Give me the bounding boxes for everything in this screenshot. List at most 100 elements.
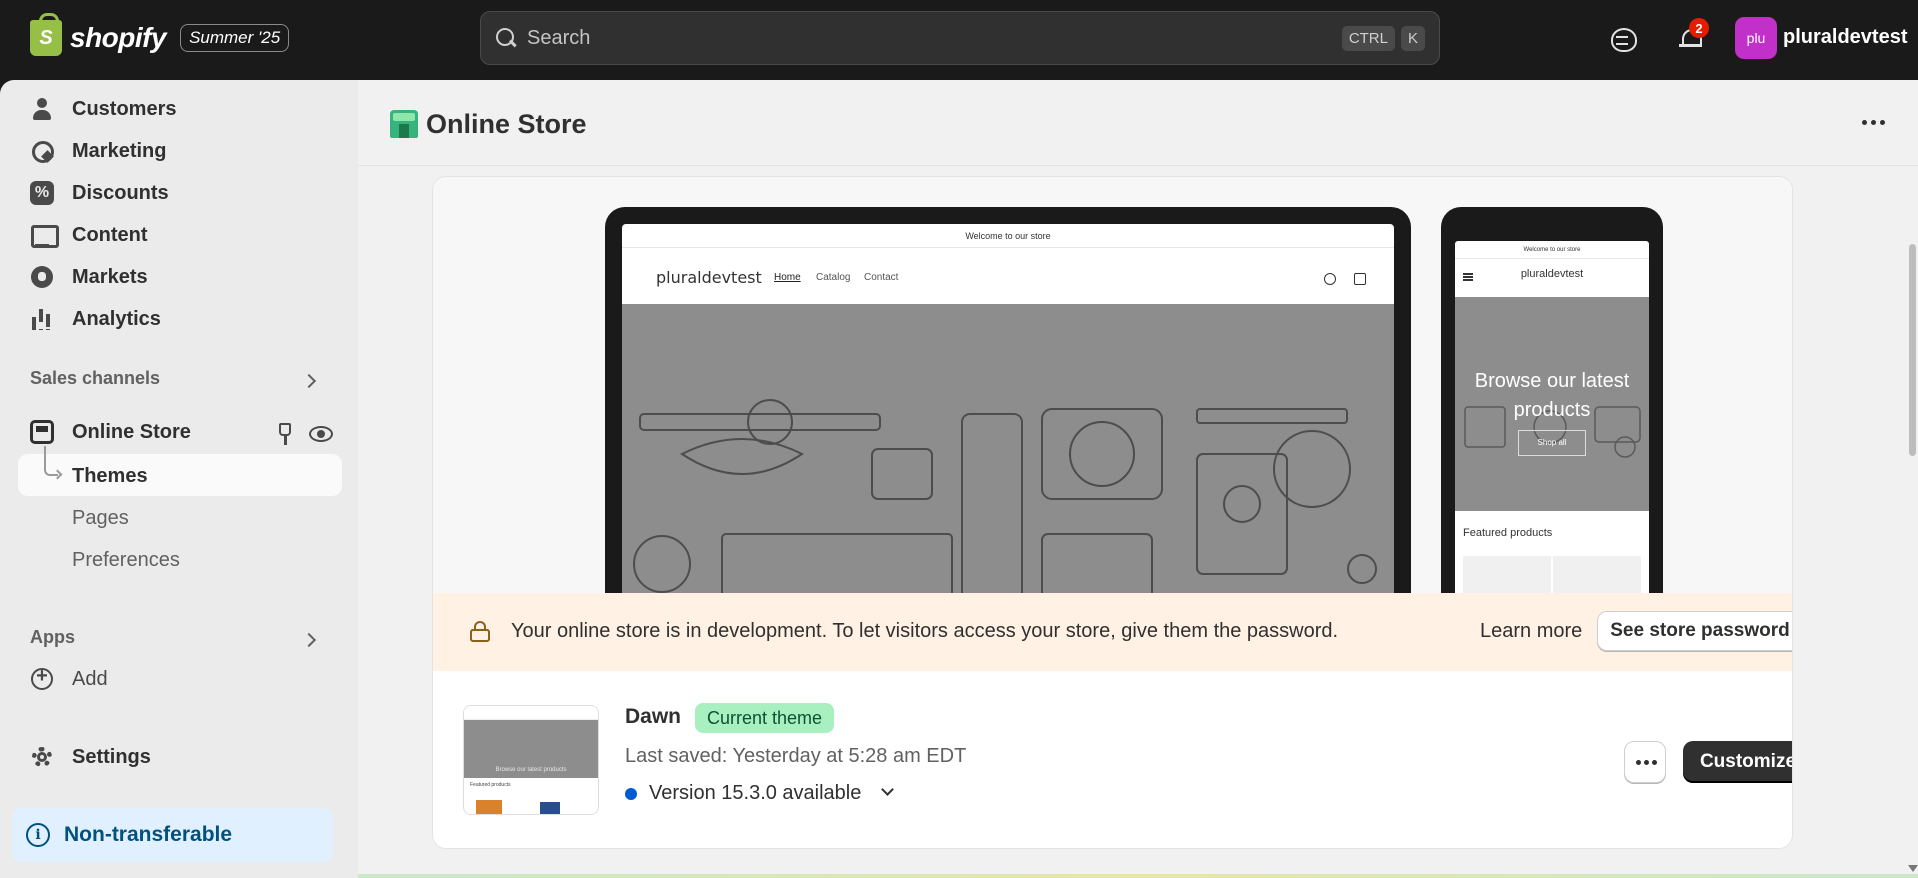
bottom-strip — [358, 874, 1918, 878]
sidebar-item-label: Customers — [72, 97, 177, 120]
sales-channels-label: Sales channels — [30, 368, 161, 388]
apps-label: Apps — [30, 627, 75, 647]
page-header: Online Store — [358, 80, 1918, 166]
edition-badge[interactable]: Summer '25 — [180, 24, 290, 52]
chevron-down-icon[interactable] — [881, 784, 893, 796]
store-name[interactable]: pluraldevtest — [1783, 26, 1907, 49]
add-circle-icon — [30, 665, 54, 691]
sidebar-item-label: Online Store — [72, 420, 191, 443]
top-bar: S shopify Summer '25 Search CTRL K 2 plu… — [0, 0, 1918, 80]
search-input[interactable]: Search — [527, 27, 1336, 50]
mobile-store-brand: pluraldevtest — [1520, 268, 1584, 280]
desktop-store-header: pluraldevtest Home Catalog Contact — [622, 248, 1394, 304]
chevron-right-icon[interactable] — [303, 374, 317, 388]
development-banner: Your online store is in development. To … — [433, 593, 1792, 671]
bar-chart-icon — [30, 307, 54, 331]
page-title: Online Store — [426, 109, 587, 139]
desktop-preview-frame: Welcome to our store pluraldevtest Home … — [605, 207, 1411, 593]
mobile-product-tile — [1553, 556, 1641, 593]
non-transferable-banner[interactable]: i Non-transferable — [12, 808, 333, 862]
eye-icon[interactable] — [309, 424, 333, 444]
thumb-product-tile — [476, 800, 502, 814]
mobile-hero-title: Browse our latest products — [1474, 370, 1630, 421]
gear-icon — [30, 745, 54, 769]
learn-more-link[interactable]: Learn more — [1480, 620, 1582, 643]
scrollbar-thumb[interactable] — [1909, 244, 1916, 456]
sidebar-item-label: Content — [72, 223, 148, 246]
desktop-hero-image — [622, 304, 1394, 593]
theme-more-actions-button[interactable] — [1624, 741, 1666, 783]
sidebar-item-themes[interactable]: Themes — [72, 465, 148, 488]
sidebar-item-marketing[interactable]: Marketing — [30, 133, 166, 169]
logo-word: shopify — [70, 22, 167, 53]
thumb-hero: Browse our latest products — [464, 720, 598, 778]
sidebar-item-label: Marketing — [72, 139, 167, 162]
globe-icon — [30, 265, 54, 289]
sidebar-item-content[interactable]: Content — [30, 217, 148, 253]
sidebar-item-add-app[interactable]: Add — [30, 661, 108, 697]
sidebar-item-pages[interactable]: Pages — [72, 507, 129, 530]
thumb-product-tile — [540, 802, 560, 814]
target-icon — [30, 139, 54, 163]
customize-button[interactable]: Customize — [1683, 741, 1792, 783]
sidebar-item-label: Settings — [72, 745, 151, 768]
desktop-store-brand: pluraldevtest — [656, 268, 762, 287]
chevron-right-icon[interactable] — [303, 633, 317, 647]
sidebar-item-themes-bg[interactable] — [18, 454, 342, 496]
lock-icon — [469, 621, 491, 643]
shortcut-key-k: K — [1400, 25, 1425, 51]
scroll-down-icon[interactable] — [1908, 865, 1918, 872]
sidebar-item-label: Analytics — [72, 307, 161, 330]
person-icon — [30, 97, 54, 121]
sidebar-item-label: Markets — [72, 265, 148, 288]
thumb-featured: Featured products — [470, 782, 511, 788]
mobile-announcement: Welcome to our store — [1455, 241, 1649, 259]
sidebar-item-settings[interactable]: Settings — [30, 739, 151, 775]
search-bar[interactable]: Search CTRL K — [480, 11, 1440, 65]
mobile-shop-all-button: Shop all — [1518, 430, 1586, 456]
mobile-product-tile — [1463, 556, 1551, 593]
mobile-featured-heading: Featured products — [1463, 527, 1553, 539]
mobile-preview-screen: Welcome to our store pluraldevtest Brows… — [1455, 241, 1649, 593]
thumb-header — [464, 706, 598, 720]
mobile-preview-frame: Welcome to our store pluraldevtest Brows… — [1441, 207, 1663, 593]
sidebar-item-label: Add — [72, 667, 108, 690]
search-icon — [495, 27, 517, 49]
scrollbar[interactable] — [1907, 160, 1918, 878]
sidebar-item-preferences[interactable]: Preferences — [72, 549, 180, 572]
version-available[interactable]: Version 15.3.0 available — [649, 782, 861, 805]
sidebar-item-online-store[interactable]: Online Store — [30, 414, 191, 450]
desktop-nav-contact: Contact — [864, 272, 899, 283]
info-icon: i — [26, 823, 50, 847]
sidebar-item-discounts[interactable]: Discounts — [30, 175, 169, 211]
content-icon — [30, 223, 59, 248]
pin-icon[interactable] — [275, 422, 295, 446]
more-actions-icon[interactable] — [1862, 120, 1886, 126]
mobile-hero-image: Browse our latest products Shop all — [1455, 297, 1649, 511]
avatar[interactable]: plu — [1735, 17, 1777, 59]
discount-icon — [30, 181, 54, 205]
hero-illustration — [633, 399, 1377, 593]
desktop-search-icon — [1324, 273, 1336, 285]
desktop-cart-icon — [1354, 273, 1366, 285]
see-store-password-button[interactable]: See store password — [1597, 611, 1792, 651]
sidekick-icon[interactable] — [1609, 24, 1639, 54]
development-message: Your online store is in development. To … — [511, 620, 1339, 642]
theme-card: Welcome to our store pluraldevtest Home … — [432, 176, 1793, 849]
desktop-announcement: Welcome to our store — [622, 224, 1394, 248]
sidebar-item-markets[interactable]: Markets — [30, 259, 148, 295]
sidebar-item-analytics[interactable]: Analytics — [30, 301, 161, 337]
shortcut-key-ctrl: CTRL — [1341, 25, 1395, 51]
non-transferable-label: Non-transferable — [64, 823, 233, 846]
store-icon — [30, 420, 54, 444]
desktop-nav-home: Home — [774, 272, 801, 283]
sidebar-item-customers[interactable]: Customers — [30, 91, 176, 127]
online-store-icon — [390, 110, 418, 138]
update-dot-icon — [625, 788, 637, 800]
shopify-logo[interactable]: S shopify Summer '25 — [30, 13, 290, 56]
sidebar-item-label: Discounts — [72, 181, 169, 204]
main-content: Online Store Welcome to our store plural… — [358, 80, 1918, 878]
theme-thumbnail[interactable]: Browse our latest products Featured prod… — [463, 705, 599, 815]
theme-preview[interactable]: Welcome to our store pluraldevtest Home … — [433, 177, 1792, 593]
theme-name: Dawn — [625, 705, 682, 728]
